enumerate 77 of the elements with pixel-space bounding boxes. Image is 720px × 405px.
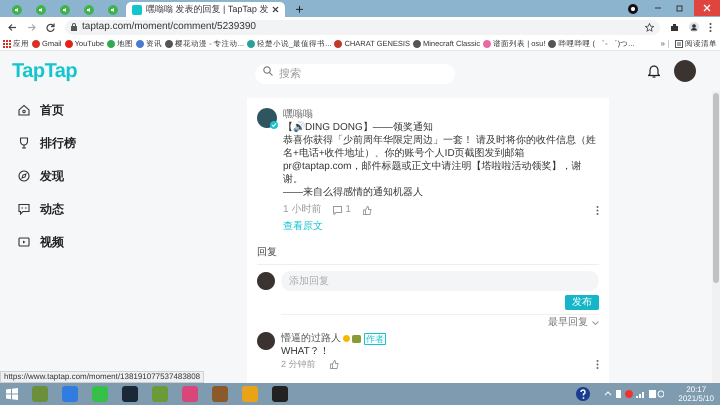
sidebar-item[interactable]: 视频	[18, 233, 118, 251]
chevron-down-icon	[592, 320, 599, 326]
close-window-button[interactable]	[694, 0, 720, 16]
speaker-icon	[60, 4, 70, 14]
bell-icon[interactable]	[648, 64, 660, 78]
author-tag: 作者	[364, 332, 386, 344]
site-icon	[165, 40, 174, 48]
post-time: 1 小时前	[283, 205, 322, 215]
post-text: ——来自么得感情的通知机器人	[283, 186, 424, 199]
lock-icon	[71, 23, 77, 31]
site-icon	[483, 40, 492, 48]
site-icon	[32, 40, 40, 48]
user-avatar	[257, 272, 275, 290]
new-tab-button[interactable]: +	[295, 2, 304, 17]
tray-icons-drawing[interactable]	[604, 389, 664, 399]
site-icon	[247, 40, 255, 48]
site-icon	[64, 40, 73, 48]
star-icon[interactable]	[645, 22, 654, 32]
sidebar-item[interactable]: 发现	[18, 167, 118, 185]
post-text: 恭喜你获得「少前周年华限定周边」一套！ 请及时将你的收件信息（姓名+电话+收件地址）、你的账号个人ID页截图发到邮箱pr@taptap.com，邮件标题或正文中请注明【塔啦啦活动领奖】，谢谢。	[283, 134, 597, 186]
more-bookmarks-button[interactable]: »	[660, 40, 665, 48]
status-url: https://www.taptap.com/moment/138191077537483808	[0, 371, 204, 383]
restore-icon[interactable]	[676, 4, 684, 12]
chat-icon	[18, 203, 30, 215]
thumbs-up-icon[interactable]	[362, 206, 372, 214]
speaker-icon	[108, 4, 118, 14]
apps-grid-icon	[3, 40, 11, 48]
replies-heading: 回复	[257, 247, 277, 258]
video-icon	[18, 236, 30, 248]
site-icon	[136, 40, 144, 48]
search-icon	[263, 66, 273, 76]
thumbs-up-icon[interactable]	[330, 360, 339, 369]
comment-icon	[333, 206, 342, 214]
address-field[interactable]: taptap.com/moment/comment/5239390	[65, 20, 660, 34]
site-icon	[413, 40, 422, 48]
site-icon	[548, 40, 556, 48]
list-icon	[675, 40, 683, 48]
close-icon	[703, 4, 711, 12]
commenter-avatar	[257, 332, 275, 350]
reload-icon[interactable]	[46, 22, 55, 32]
comment-time: 2 分钟前	[281, 360, 316, 369]
windows-start-icon[interactable]	[6, 388, 18, 400]
help-icon[interactable]	[576, 387, 590, 401]
sidebar-item[interactable]: 首页	[18, 101, 118, 119]
author-avatar	[257, 108, 277, 128]
close-icon	[272, 6, 280, 13]
more-icon[interactable]	[596, 206, 599, 214]
app-icon	[132, 4, 142, 14]
scrollbar-thumb[interactable]	[713, 93, 719, 283]
sort-dropdown[interactable]: 最早回复	[548, 318, 599, 328]
reply-field[interactable]: 添加回复	[281, 271, 599, 291]
speaker-icon	[12, 4, 22, 14]
sidebar-item[interactable]: 排行榜	[18, 134, 118, 152]
sidebar-item[interactable]: 动态	[18, 200, 118, 218]
taptap-logo: TapTap	[12, 59, 78, 84]
back-icon[interactable]	[8, 22, 17, 32]
home-icon	[18, 104, 30, 116]
site-icon	[107, 40, 116, 48]
puzzle-icon[interactable]	[670, 22, 679, 32]
forward-icon[interactable]	[27, 22, 36, 32]
profile-icon[interactable]	[689, 22, 699, 32]
trophy-icon	[18, 137, 30, 149]
record-icon	[628, 4, 638, 14]
search-field[interactable]: 搜索	[255, 64, 455, 84]
post-text: 【🔊DING DONG】——领奖通知	[283, 121, 434, 134]
compass-icon	[18, 170, 30, 182]
speaker-icon	[36, 4, 46, 14]
site-icon	[334, 40, 342, 48]
more-icon[interactable]	[709, 22, 712, 32]
more-icon[interactable]	[596, 360, 599, 369]
commenter-name: 懵逼的过路人	[281, 332, 341, 345]
comment-text: WHAT？！	[281, 345, 331, 358]
author-name: 嘿嗡嗡	[283, 108, 314, 121]
user-avatar[interactable]	[674, 60, 696, 82]
speaker-icon	[84, 4, 94, 14]
browser-tab[interactable]: 嘿嗡嗡 发表的回复 | TapTap 发	[126, 2, 286, 17]
medal-icon	[343, 335, 350, 342]
